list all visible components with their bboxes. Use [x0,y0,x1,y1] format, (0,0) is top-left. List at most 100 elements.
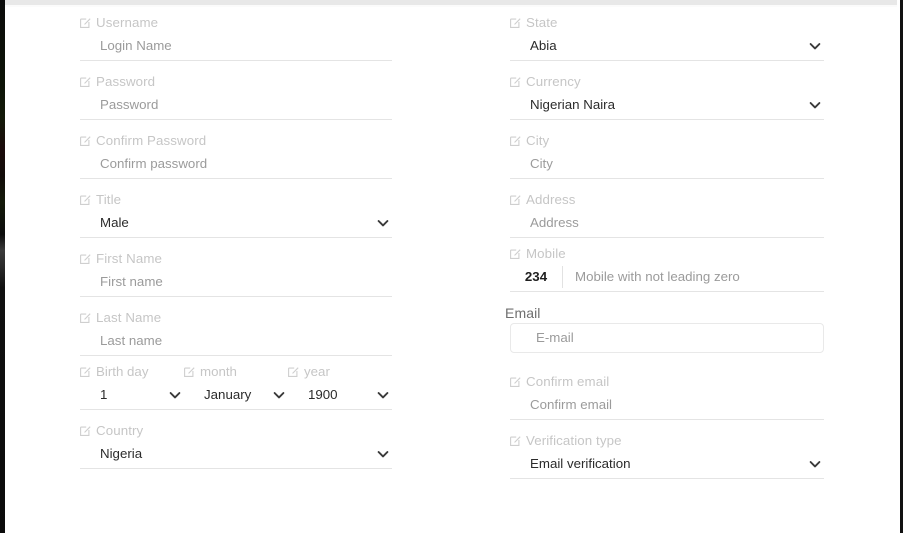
state-label-text: State [526,15,558,30]
verification-type-select-value[interactable]: Email verification [530,450,631,478]
verification-type-control[interactable]: Email verification [510,450,824,478]
edit-pencil-icon [288,366,299,377]
last-name-control[interactable]: Last name [80,327,392,355]
month-select[interactable]: January [184,381,288,409]
confirm-email-label: Confirm email [510,372,824,391]
state-label: State [510,13,824,32]
verification-type-label-text: Verification type [526,433,622,448]
last-name-label-text: Last Name [96,310,162,325]
state-control[interactable]: Abia [510,32,824,60]
currency-select-value[interactable]: Nigerian Naira [530,91,615,119]
title-control[interactable]: Male [80,209,392,237]
edit-pencil-icon [80,366,91,377]
city-control[interactable]: City [510,150,824,178]
year-select-value[interactable]: 1900 [308,381,338,409]
last-name-field: Last Name Last name [80,297,392,356]
country-label: Country [80,421,392,440]
edit-pencil-icon [510,135,521,146]
birth-day-label-text: Birth day [96,364,149,379]
mobile-divider [562,266,563,288]
confirm-email-input[interactable]: Confirm email [530,391,612,419]
first-name-control[interactable]: First name [80,268,392,296]
registration-form-page: Username Login Name Password Password Confir… [0,0,903,533]
email-input[interactable]: E-mail [536,324,574,352]
edit-pencil-icon [510,17,521,28]
chevron-down-icon[interactable] [808,457,822,471]
currency-label-text: Currency [526,74,581,89]
confirm-password-label-text: Confirm Password [96,133,207,148]
email-input-box[interactable]: E-mail [510,323,824,353]
password-input[interactable]: Password [100,91,158,119]
first-name-label-text: First Name [96,251,163,266]
edit-pencil-icon [80,253,91,264]
birth-day-label: Birth day [80,362,184,381]
chevron-down-icon[interactable] [376,216,390,230]
username-control[interactable]: Login Name [80,32,392,60]
country-select-value[interactable]: Nigeria [100,440,142,468]
year-label-text: year [304,364,330,379]
email-field: Email E-mail [505,303,824,353]
currency-field: Currency Nigerian Naira [510,61,824,120]
mobile-label: Mobile [510,244,824,263]
chevron-down-icon[interactable] [168,388,182,402]
edit-pencil-icon [80,76,91,87]
address-label: Address [510,190,824,209]
currency-control[interactable]: Nigerian Naira [510,91,824,119]
country-control[interactable]: Nigeria [80,440,392,468]
month-label: month [184,362,288,381]
birth-day-select-value[interactable]: 1 [100,381,107,409]
edit-pencil-icon [80,135,91,146]
confirm-password-field: Confirm Password Confirm password [80,120,392,179]
address-field: Address Address [510,179,824,238]
month-select-value[interactable]: January [204,381,251,409]
address-input[interactable]: Address [530,209,579,237]
chevron-down-icon[interactable] [376,388,390,402]
edit-pencil-icon [510,435,521,446]
password-label-text: Password [96,74,156,89]
address-control[interactable]: Address [510,209,824,237]
edit-pencil-icon [510,194,521,205]
city-label-text: City [526,133,550,148]
chevron-down-icon[interactable] [376,447,390,461]
year-select[interactable]: 1900 [288,381,392,409]
edit-pencil-icon [80,312,91,323]
chevron-down-icon[interactable] [808,39,822,53]
password-control[interactable]: Password [80,91,392,119]
title-field: Title Male [80,179,392,238]
first-name-input[interactable]: First name [100,268,163,296]
currency-label: Currency [510,72,824,91]
confirm-password-control[interactable]: Confirm password [80,150,392,178]
username-label: Username [80,13,392,32]
country-label-text: Country [96,423,144,438]
registration-form: Username Login Name Password Password Confir… [0,7,903,533]
confirm-email-label-text: Confirm email [526,374,610,389]
form-column-right: State Abia Currency Nigerian Naira City City A… [505,7,824,479]
mobile-input[interactable]: Mobile with not leading zero [575,263,740,291]
birth-date-field: Birth day month year 1 January 1900 [80,356,392,410]
address-label-text: Address [526,192,576,207]
mobile-label-text: Mobile [526,246,566,261]
confirm-email-control[interactable]: Confirm email [510,391,824,419]
verification-type-field: Verification type Email verification [510,420,824,479]
password-label: Password [80,72,392,91]
chevron-down-icon[interactable] [272,388,286,402]
title-select-value[interactable]: Male [100,209,129,237]
city-input[interactable]: City [530,150,553,178]
mobile-control[interactable]: 234 Mobile with not leading zero [510,263,824,291]
edit-pencil-icon [80,17,91,28]
verification-type-label: Verification type [510,431,824,450]
username-input[interactable]: Login Name [100,32,172,60]
chevron-down-icon[interactable] [808,98,822,112]
first-name-label: First Name [80,249,392,268]
edit-pencil-icon [80,425,91,436]
edit-pencil-icon [184,366,195,377]
confirm-password-input[interactable]: Confirm password [100,150,207,178]
birth-day-select[interactable]: 1 [80,381,184,409]
last-name-label: Last Name [80,308,392,327]
title-label: Title [80,190,392,209]
first-name-field: First Name First name [80,238,392,297]
country-field: Country Nigeria [80,410,392,469]
city-label: City [510,131,824,150]
last-name-input[interactable]: Last name [100,327,162,355]
state-select-value[interactable]: Abia [530,32,557,60]
